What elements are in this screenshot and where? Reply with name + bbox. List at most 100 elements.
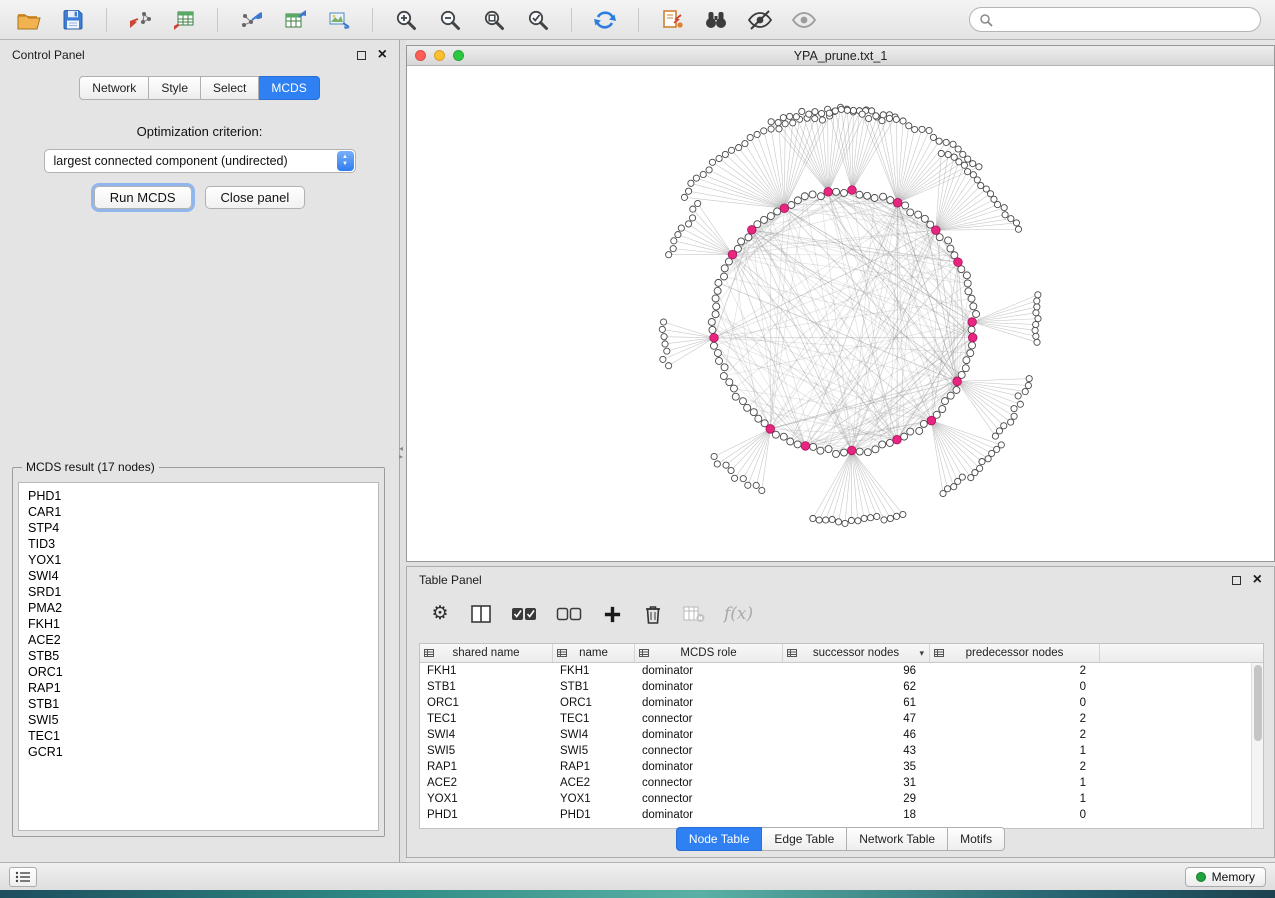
network-window-titlebar[interactable]: YPA_prune.txt_1 [407, 46, 1274, 66]
mcds-result-item[interactable]: TEC1 [28, 728, 369, 744]
run-mcds-button[interactable]: Run MCDS [94, 186, 192, 209]
tab-network[interactable]: Network [79, 76, 149, 100]
close-mcds-panel-button[interactable]: Close panel [205, 186, 306, 209]
import-table-button[interactable] [165, 4, 203, 36]
mcds-result-item[interactable]: ORC1 [28, 664, 369, 680]
column-header-shared-name[interactable]: shared name [420, 644, 553, 662]
gear-icon: ⚙ [431, 604, 448, 624]
first-neighbors-button[interactable] [697, 4, 735, 36]
zoom-in-button[interactable] [387, 4, 425, 36]
table-scrollbar-thumb[interactable] [1254, 665, 1262, 741]
table-row[interactable]: PHD1PHD1dominator180 [420, 807, 1251, 823]
application-window: Control Panel × NetworkStyleSelectMCDS O… [0, 0, 1275, 898]
mcds-result-item[interactable]: CAR1 [28, 504, 369, 520]
mcds-result-item[interactable]: PHD1 [28, 488, 369, 504]
list-icon [15, 871, 31, 883]
create-column-button[interactable] [601, 605, 623, 624]
save-icon [61, 8, 85, 32]
save-session-button[interactable] [54, 4, 92, 36]
tab-select[interactable]: Select [201, 76, 259, 100]
control-panel: Control Panel × NetworkStyleSelectMCDS O… [0, 40, 400, 862]
window-minimize-button[interactable] [434, 50, 445, 61]
control-panel-float-button[interactable] [357, 51, 366, 60]
splitter-handle-icon[interactable]: ◂▸ [399, 445, 403, 461]
mcds-result-item[interactable]: ACE2 [28, 632, 369, 648]
table-cell: PHD1 [553, 809, 635, 821]
table-row[interactable]: ACE2ACE2connector311 [420, 775, 1251, 791]
node-table-header: shared namenameMCDS rolesuccessor nodes▾… [420, 644, 1263, 663]
mcds-result-item[interactable]: PMA2 [28, 600, 369, 616]
eye-icon [791, 8, 817, 32]
tab-mcds[interactable]: MCDS [259, 76, 319, 100]
mcds-result-item[interactable]: STP4 [28, 520, 369, 536]
column-header-successor-nodes[interactable]: successor nodes▾ [783, 644, 930, 662]
zoom-out-icon [438, 8, 462, 32]
select-stepper-icon: ▲▼ [337, 151, 354, 171]
table-cell: 0 [930, 697, 1100, 709]
mcds-result-item[interactable]: RAP1 [28, 680, 369, 696]
delete-column-button[interactable] [642, 604, 664, 624]
table-panel-float-button[interactable] [1232, 576, 1241, 585]
table-row[interactable]: TEC1TEC1connector472 [420, 711, 1251, 727]
search-input[interactable] [999, 13, 1251, 27]
optimization-criterion-label: Optimization criterion: [0, 124, 399, 139]
table-cell: 2 [930, 729, 1100, 741]
refresh-button[interactable] [586, 4, 624, 36]
table-cell: dominator [635, 665, 783, 677]
zoom-fit-button[interactable] [475, 4, 513, 36]
import-network-button[interactable] [121, 4, 159, 36]
table-row[interactable]: SWI4SWI4dominator462 [420, 727, 1251, 743]
tab-style[interactable]: Style [149, 76, 201, 100]
column-header-predecessor-nodes[interactable]: predecessor nodes [930, 644, 1100, 662]
table-tab-network-table[interactable]: Network Table [847, 827, 948, 851]
unselect-all-columns-button[interactable] [556, 606, 582, 622]
table-tab-node-table[interactable]: Node Table [676, 827, 763, 851]
memory-button[interactable]: Memory [1185, 867, 1266, 887]
status-menu-button[interactable] [9, 867, 37, 887]
table-cell: PHD1 [420, 809, 553, 821]
mcds-result-item[interactable]: STB1 [28, 696, 369, 712]
table-settings-button[interactable]: ⚙ [429, 604, 451, 624]
table-cell: ACE2 [553, 777, 635, 789]
mcds-result-item[interactable]: FKH1 [28, 616, 369, 632]
table-scrollbar[interactable] [1251, 663, 1263, 828]
table-row[interactable]: ORC1ORC1dominator610 [420, 695, 1251, 711]
export-table-icon [283, 8, 307, 32]
zoom-out-button[interactable] [431, 4, 469, 36]
open-session-button[interactable] [10, 4, 48, 36]
window-zoom-button[interactable] [453, 50, 464, 61]
show-graphics-details-button[interactable] [785, 4, 823, 36]
mcds-result-item[interactable]: SWI5 [28, 712, 369, 728]
export-network-button[interactable] [232, 4, 270, 36]
mcds-result-item[interactable]: SWI4 [28, 568, 369, 584]
column-header-name[interactable]: name [553, 644, 635, 662]
mcds-result-item[interactable]: GCR1 [28, 744, 369, 760]
zoom-selected-button[interactable] [519, 4, 557, 36]
table-tab-motifs[interactable]: Motifs [948, 827, 1005, 851]
clone-network-button[interactable] [653, 4, 691, 36]
function-builder-button: f(x) [724, 604, 753, 624]
mcds-result-item[interactable]: SRD1 [28, 584, 369, 600]
mcds-result-item[interactable]: STB5 [28, 648, 369, 664]
table-row[interactable]: STB1STB1dominator620 [420, 679, 1251, 695]
control-panel-tabs: NetworkStyleSelectMCDS [0, 76, 399, 100]
window-close-button[interactable] [415, 50, 426, 61]
show-columns-button[interactable] [470, 605, 492, 623]
mcds-result-item[interactable]: YOX1 [28, 552, 369, 568]
mcds-result-item[interactable]: TID3 [28, 536, 369, 552]
column-header-MCDS-role[interactable]: MCDS role [635, 644, 783, 662]
hide-graphics-details-button[interactable] [741, 4, 779, 36]
export-table-button[interactable] [276, 4, 314, 36]
table-panel-close-button[interactable]: × [1253, 574, 1262, 586]
table-row[interactable]: YOX1YOX1connector291 [420, 791, 1251, 807]
table-cell: 0 [930, 681, 1100, 693]
table-tab-edge-table[interactable]: Edge Table [762, 827, 847, 851]
criterion-select[interactable]: largest connected component (undirected)… [44, 149, 356, 173]
table-row[interactable]: FKH1FKH1dominator962 [420, 663, 1251, 679]
network-canvas[interactable] [407, 66, 1274, 561]
table-row[interactable]: SWI5SWI5connector431 [420, 743, 1251, 759]
table-row[interactable]: RAP1RAP1dominator352 [420, 759, 1251, 775]
control-panel-close-button[interactable]: × [378, 49, 387, 61]
export-image-button[interactable] [320, 4, 358, 36]
select-all-columns-button[interactable] [511, 606, 537, 622]
